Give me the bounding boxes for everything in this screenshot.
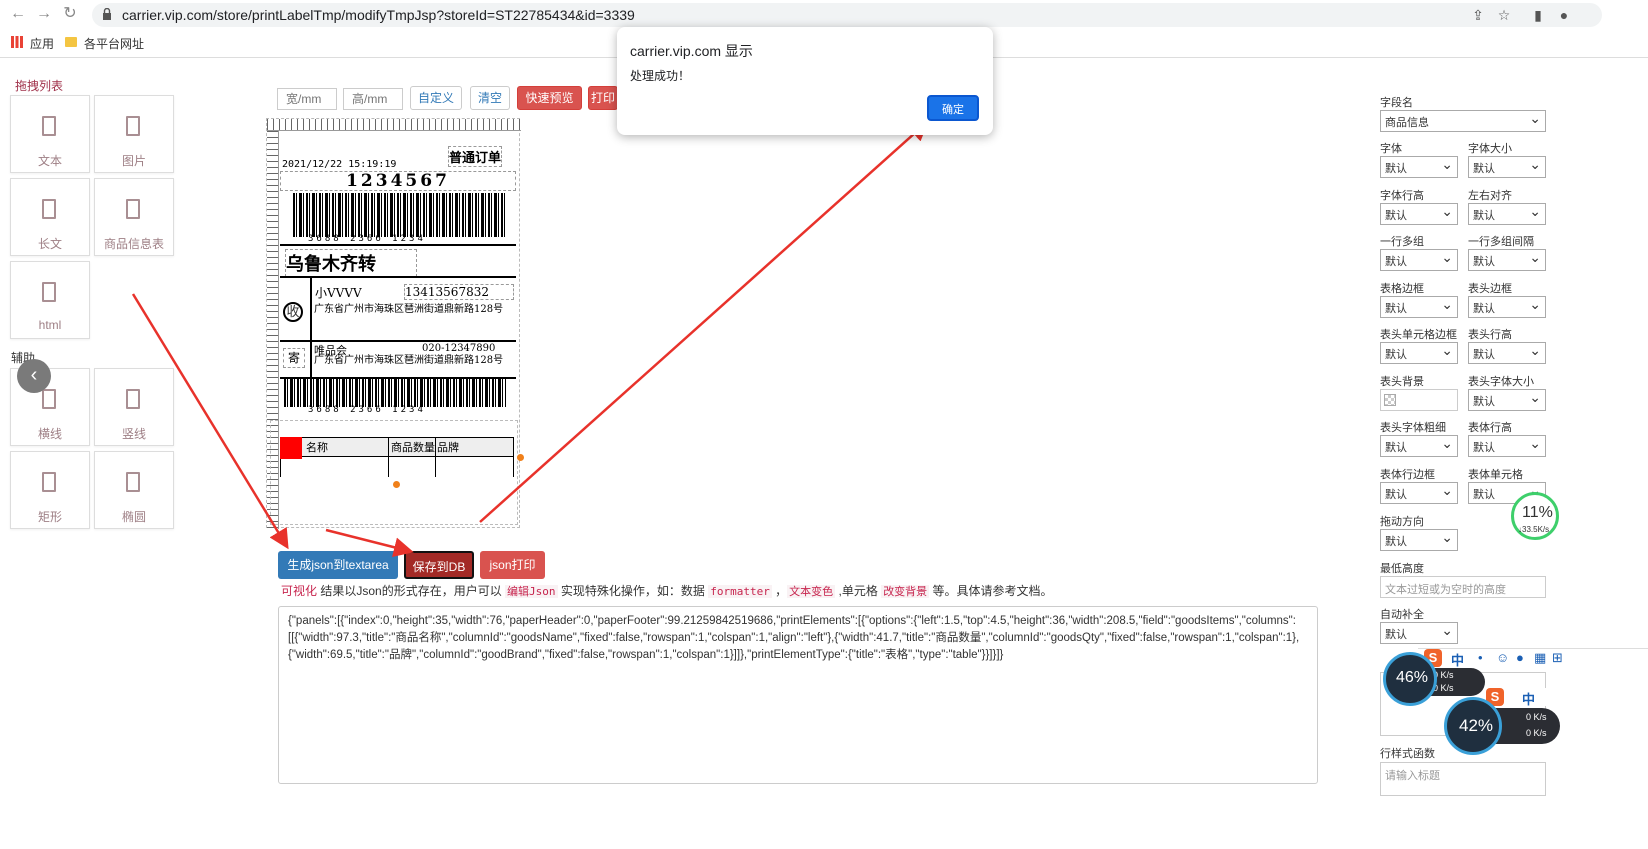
arrow-to-save bbox=[325, 528, 414, 558]
dialog-title: carrier.vip.com 显示 bbox=[630, 43, 753, 59]
dialog-ok-button[interactable]: 确定 bbox=[927, 95, 979, 121]
alert-dialog: carrier.vip.com 显示 处理成功！ 确定 bbox=[617, 27, 993, 135]
arrow-to-dialog bbox=[479, 120, 929, 523]
arrow-to-generate bbox=[131, 293, 289, 550]
dialog-message: 处理成功！ bbox=[630, 69, 691, 83]
